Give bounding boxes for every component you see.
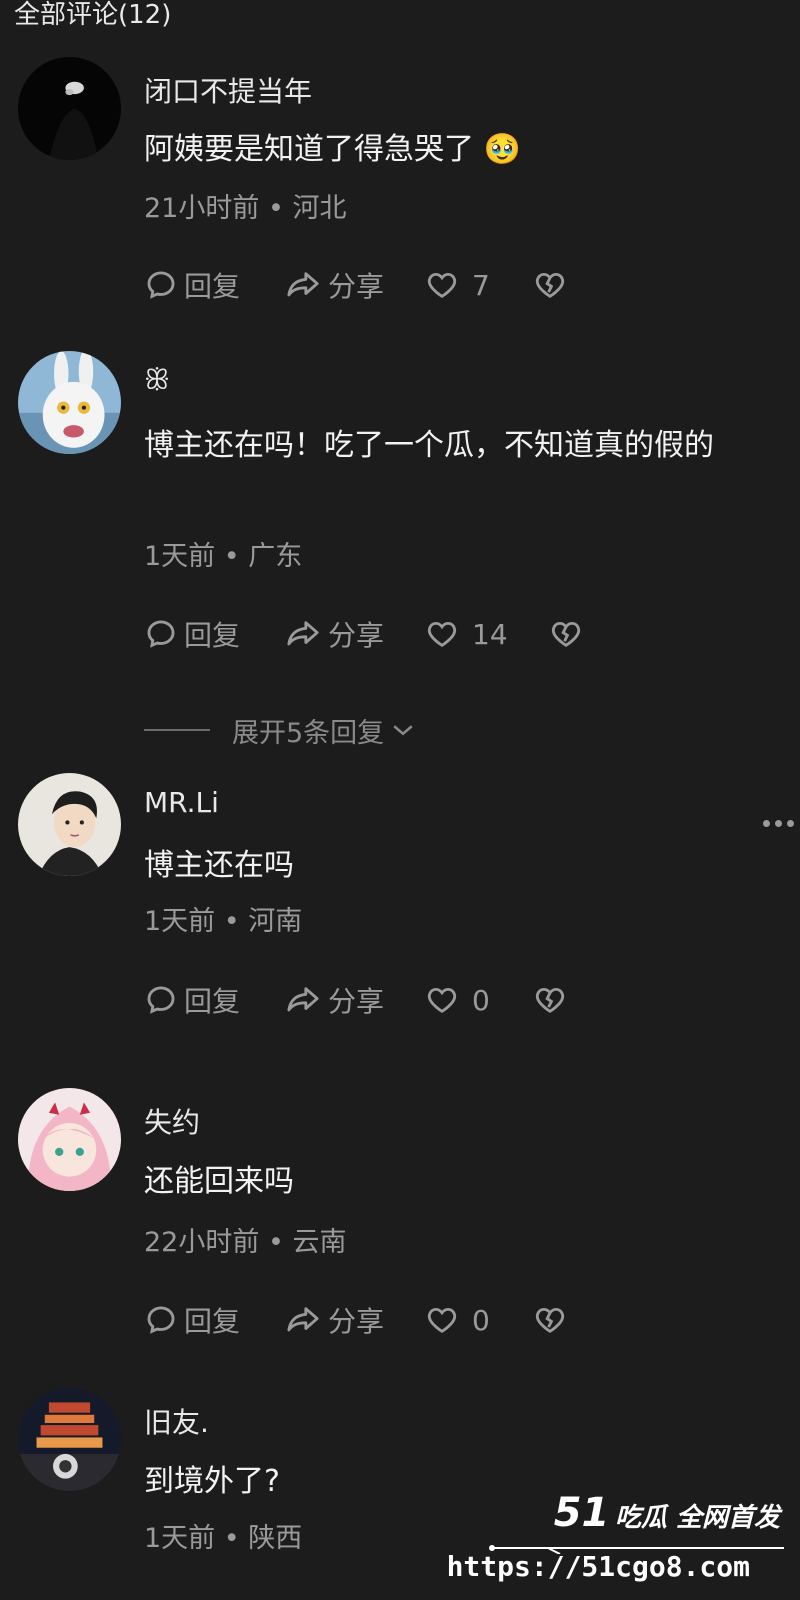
heart-icon [427,621,457,647]
reply-label: 回复 [184,985,241,1018]
like-button[interactable]: 7 [424,268,532,302]
like-count: 0 [472,983,490,1017]
broken-heart-icon [535,272,565,298]
chevron-down-icon [393,725,413,736]
share-arrow-icon [287,621,319,646]
like-button[interactable]: 0 [424,983,532,1017]
share-button[interactable]: 分享 [284,614,424,654]
anime-boy-avatar-icon [18,773,121,876]
like-count: 14 [472,617,508,651]
username[interactable]: MR.Li [144,786,219,819]
comment-actions: 回复 分享 7 [144,265,568,305]
reply-button[interactable]: 回复 [144,614,256,654]
username[interactable]: 失约 [144,1101,200,1141]
dislike-button[interactable] [532,983,568,1017]
username[interactable]: ꕥ [144,363,170,397]
reply-label: 回复 [184,1305,241,1338]
avatar[interactable] [18,1088,121,1191]
share-arrow-icon [287,272,319,297]
watermark: 51 吃瓜 全网首发 https://51cgo8.com [447,1490,788,1594]
expand-replies-button[interactable]: 展开5条回复 [144,710,418,750]
share-button[interactable]: 分享 [284,1300,424,1340]
broken-heart-icon [535,987,565,1013]
share-button[interactable]: 分享 [284,265,424,305]
comment-text: 博主还在吗！吃了一个瓜，不知道真的假的 [144,428,714,463]
share-label: 分享 [328,985,385,1018]
share-label: 分享 [328,619,385,652]
reply-button[interactable]: 回复 [144,1300,256,1340]
chat-bubble-icon [147,986,175,1014]
rabbid-avatar-icon [18,351,121,454]
like-count: 0 [472,1303,490,1337]
comment-meta: 1天前 • 广东 [144,541,303,572]
like-button[interactable]: 14 [424,617,548,651]
heart-icon [427,272,457,298]
anime-girl-avatar-icon [18,1088,121,1191]
username[interactable]: 闭口不提当年 [144,70,312,110]
watermark-logo-text: 吃瓜 全网首发 [614,1503,780,1533]
share-label: 分享 [328,1305,385,1338]
heart-icon [427,987,457,1013]
chat-bubble-icon [147,1306,175,1334]
comment-text: 博主还在吗 [144,848,294,883]
expand-replies-label: 展开5条回复 [232,717,385,749]
more-options-icon[interactable] [763,820,794,827]
like-count: 7 [472,268,490,302]
watermark-url: https://51cgo8.com [446,1550,750,1583]
night-building-avatar-icon [18,1388,121,1491]
avatar[interactable] [18,773,121,876]
like-button[interactable]: 0 [424,1303,532,1337]
heart-icon [427,1307,457,1333]
chat-bubble-icon [147,620,175,648]
avatar[interactable] [18,57,121,160]
avatar[interactable] [18,351,121,454]
comment-text: 阿姨要是知道了得急哭了 🥹 [144,132,521,167]
dislike-button[interactable] [548,617,584,651]
divider-line [144,729,210,731]
comment-actions: 回复 分享 14 [144,614,584,654]
chat-bubble-icon [147,271,175,299]
dislike-button[interactable] [532,1303,568,1337]
reply-button[interactable]: 回复 [144,980,256,1020]
share-arrow-icon [287,987,319,1012]
dislike-button[interactable] [532,268,568,302]
avatar[interactable] [18,1388,121,1491]
comment-actions: 回复 分享 0 [144,980,568,1020]
share-arrow-icon [287,1307,319,1332]
reply-label: 回复 [184,270,241,303]
comment-meta: 1天前 • 河南 [144,906,303,937]
share-button[interactable]: 分享 [284,980,424,1020]
comment-meta: 22小时前 • 云南 [144,1227,347,1258]
comment-actions: 回复 分享 0 [144,1300,568,1340]
watermark-logo-number: 51 [553,1490,610,1536]
broken-heart-icon [535,1307,565,1333]
username[interactable]: 旧友. [144,1401,209,1441]
share-label: 分享 [328,270,385,303]
broken-heart-icon [551,621,581,647]
reply-label: 回复 [184,619,241,652]
comment-meta: 1天前 • 陕西 [144,1523,303,1554]
watermark-logo: 51 吃瓜 全网首发 [554,1490,780,1536]
comments-header: 全部评论(12) [14,0,172,30]
dark-figure-avatar-icon [18,57,121,160]
reply-button[interactable]: 回复 [144,265,256,305]
comment-meta: 21小时前 • 河北 [144,193,347,224]
comment-text: 还能回来吗 [144,1164,294,1199]
